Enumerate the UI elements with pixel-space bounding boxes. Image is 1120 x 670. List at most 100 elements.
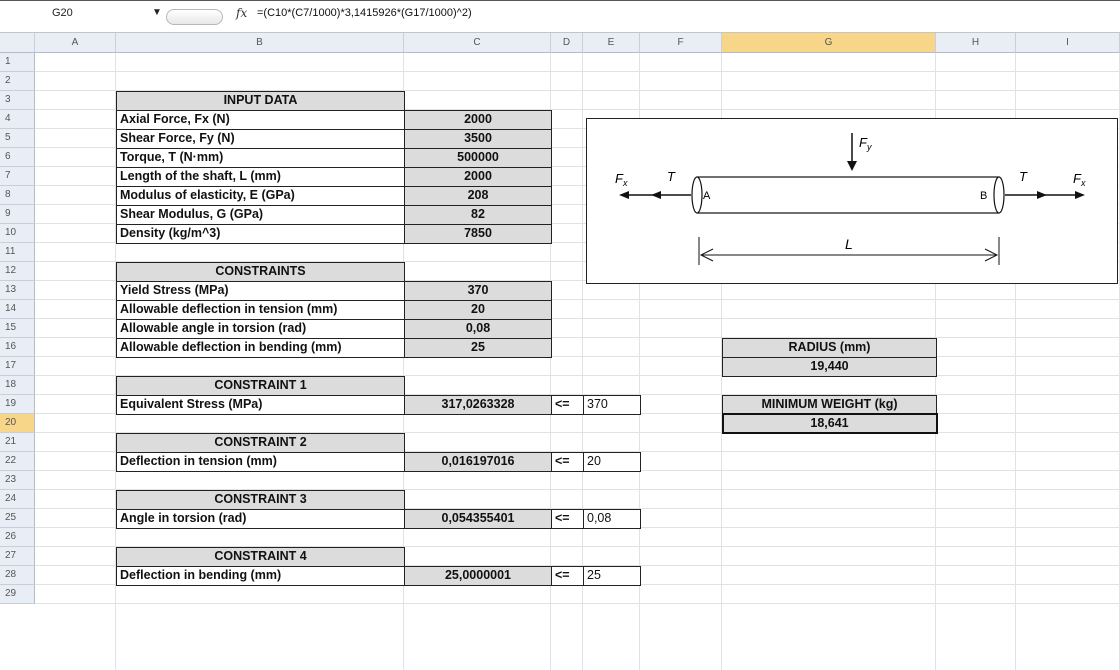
check-operator[interactable]: <= — [551, 566, 584, 586]
column-header-e[interactable]: E — [583, 33, 640, 53]
constraint-label[interactable]: Allowable deflection in tension (mm) — [116, 300, 405, 320]
input-label[interactable]: Shear Modulus, G (GPa) — [116, 205, 405, 225]
input-data-header[interactable]: INPUT DATA — [116, 91, 405, 111]
row-header-25[interactable]: 25 — [0, 509, 35, 528]
column-header-h[interactable]: H — [936, 33, 1016, 53]
constraint-value[interactable]: 370 — [404, 281, 552, 301]
row-header-18[interactable]: 18 — [0, 376, 35, 395]
row-header-5[interactable]: 5 — [0, 129, 35, 148]
row-header-19[interactable]: 19 — [0, 395, 35, 414]
check-label[interactable]: Equivalent Stress (MPa) — [116, 395, 405, 415]
row-header-22[interactable]: 22 — [0, 452, 35, 471]
row-header-16[interactable]: 16 — [0, 338, 35, 357]
check-value[interactable]: 25,0000001 — [404, 566, 552, 586]
row-header-12[interactable]: 12 — [0, 262, 35, 281]
row-header-11[interactable]: 11 — [0, 243, 35, 262]
check-label[interactable]: Deflection in bending (mm) — [116, 566, 405, 586]
active-cell-g20[interactable] — [722, 413, 938, 434]
row-header-29[interactable]: 29 — [0, 585, 35, 604]
weight-label[interactable]: MINIMUM WEIGHT (kg) — [722, 395, 937, 415]
constraint-check-header[interactable]: CONSTRAINT 3 — [116, 490, 405, 510]
input-label[interactable]: Shear Force, Fy (N) — [116, 129, 405, 149]
input-value[interactable]: 2000 — [404, 167, 552, 187]
check-value[interactable]: 0,054355401 — [404, 509, 552, 529]
row-header-13[interactable]: 13 — [0, 281, 35, 300]
check-limit[interactable]: 25 — [583, 566, 641, 586]
check-limit[interactable]: 370 — [583, 395, 641, 415]
end-a-label: A — [703, 190, 711, 202]
row-header-26[interactable]: 26 — [0, 528, 35, 547]
constraint-value[interactable]: 20 — [404, 300, 552, 320]
row-header-27[interactable]: 27 — [0, 547, 35, 566]
shaft-body — [696, 176, 1000, 214]
column-header-d[interactable]: D — [551, 33, 583, 53]
row-header-23[interactable]: 23 — [0, 471, 35, 490]
fx-left-label: Fx — [615, 171, 628, 188]
formula-bar: G20 ▼ fx =(C10*(C7/1000)*3,1415926*(G17/… — [0, 0, 1120, 33]
name-box[interactable]: G20 — [52, 7, 142, 19]
spreadsheet-grid[interactable]: A B C D E F G H I 1 2 3 4 5 6 7 8 9 10 11 12 13 14 15 16 17 18 19 20… — [0, 0, 1120, 670]
constraint-check-header[interactable]: CONSTRAINT 4 — [116, 547, 405, 567]
check-label[interactable]: Angle in torsion (rad) — [116, 509, 405, 529]
chevron-down-icon[interactable]: ▼ — [152, 7, 162, 18]
row-header-17[interactable]: 17 — [0, 357, 35, 376]
input-value[interactable]: 208 — [404, 186, 552, 206]
row-header-8[interactable]: 8 — [0, 186, 35, 205]
row-header-4[interactable]: 4 — [0, 110, 35, 129]
check-limit[interactable]: 20 — [583, 452, 641, 472]
row-header-21[interactable]: 21 — [0, 433, 35, 452]
column-header-a[interactable]: A — [35, 33, 116, 53]
constraint-label[interactable]: Yield Stress (MPa) — [116, 281, 405, 301]
column-header-g[interactable]: G — [722, 33, 936, 53]
function-icon[interactable]: fx — [236, 6, 247, 20]
input-label[interactable]: Density (kg/m^3) — [116, 224, 405, 244]
input-value[interactable]: 500000 — [404, 148, 552, 168]
constraint-check-header[interactable]: CONSTRAINT 2 — [116, 433, 405, 453]
constraint-value[interactable]: 0,08 — [404, 319, 552, 339]
row-header-28[interactable]: 28 — [0, 566, 35, 585]
check-label[interactable]: Deflection in tension (mm) — [116, 452, 405, 472]
column-header-c[interactable]: C — [404, 33, 551, 53]
constraint-value[interactable]: 25 — [404, 338, 552, 358]
check-operator[interactable]: <= — [551, 452, 584, 472]
check-value[interactable]: 0,016197016 — [404, 452, 552, 472]
column-header-i[interactable]: I — [1016, 33, 1120, 53]
fx-right-label: Fx — [1073, 171, 1086, 188]
column-header-f[interactable]: F — [640, 33, 722, 53]
constraint-check-header[interactable]: CONSTRAINT 1 — [116, 376, 405, 396]
select-all-corner[interactable] — [0, 33, 35, 53]
fx-right-arrow-icon — [1075, 191, 1085, 199]
constraints-header[interactable]: CONSTRAINTS — [116, 262, 405, 282]
row-header-1[interactable]: 1 — [0, 53, 35, 72]
input-value[interactable]: 7850 — [404, 224, 552, 244]
row-header-14[interactable]: 14 — [0, 300, 35, 319]
check-limit[interactable]: 0,08 — [583, 509, 641, 529]
input-label[interactable]: Torque, T (N·mm) — [116, 148, 405, 168]
input-value[interactable]: 82 — [404, 205, 552, 225]
input-label[interactable]: Length of the shaft, L (mm) — [116, 167, 405, 187]
constraint-label[interactable]: Allowable angle in torsion (rad) — [116, 319, 405, 339]
row-header-7[interactable]: 7 — [0, 167, 35, 186]
row-header-6[interactable]: 6 — [0, 148, 35, 167]
shaft-diagram: Fy A B Fx T T Fx L — [586, 118, 1118, 284]
check-operator[interactable]: <= — [551, 509, 584, 529]
row-header-3[interactable]: 3 — [0, 91, 35, 110]
input-label[interactable]: Modulus of elasticity, E (GPa) — [116, 186, 405, 206]
row-header-20[interactable]: 20 — [0, 414, 35, 433]
input-value[interactable]: 2000 — [404, 110, 552, 130]
check-operator[interactable]: <= — [551, 395, 584, 415]
row-header-15[interactable]: 15 — [0, 319, 35, 338]
row-header-9[interactable]: 9 — [0, 205, 35, 224]
formula-input[interactable]: =(C10*(C7/1000)*3,1415926*(G17/1000)^2) — [257, 7, 472, 19]
input-label[interactable]: Axial Force, Fx (N) — [116, 110, 405, 130]
radius-label[interactable]: RADIUS (mm) — [722, 338, 937, 358]
check-value[interactable]: 317,0263328 — [404, 395, 552, 415]
row-header-10[interactable]: 10 — [0, 224, 35, 243]
column-header-b[interactable]: B — [116, 33, 404, 53]
row-header-24[interactable]: 24 — [0, 490, 35, 509]
constraint-label[interactable]: Allowable deflection in bending (mm) — [116, 338, 405, 358]
formula-bar-controls[interactable] — [166, 9, 223, 25]
input-value[interactable]: 3500 — [404, 129, 552, 149]
row-header-2[interactable]: 2 — [0, 72, 35, 91]
radius-value[interactable]: 19,440 — [722, 357, 937, 377]
